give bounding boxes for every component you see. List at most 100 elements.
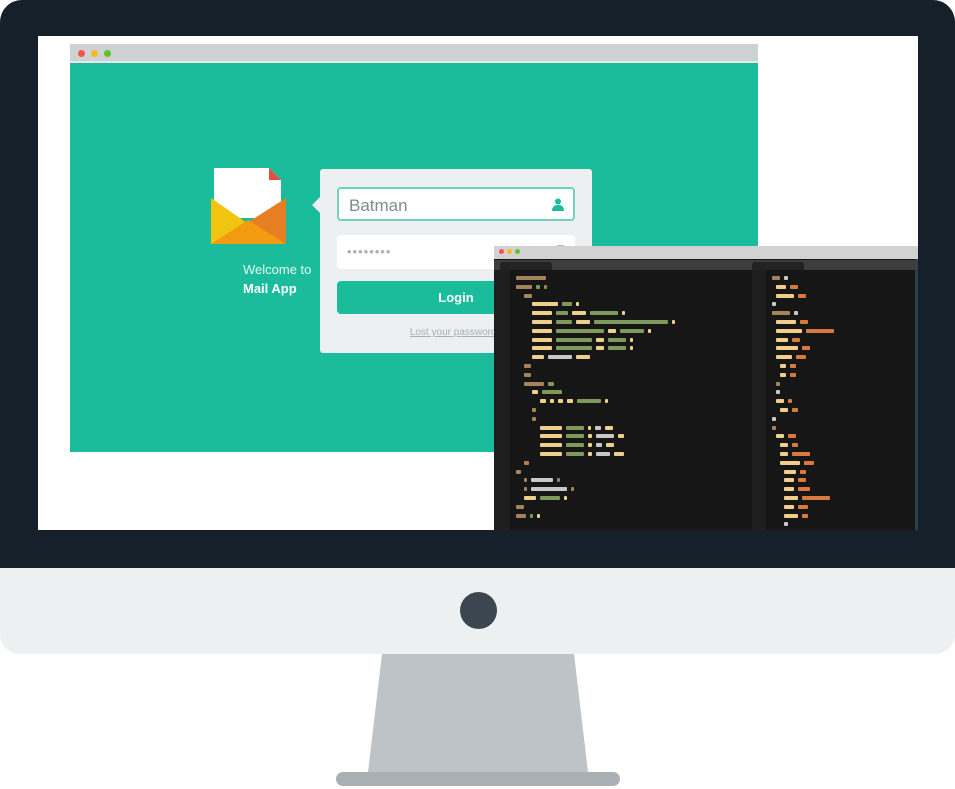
code-token <box>542 390 562 395</box>
welcome-text: Welcome to <box>243 262 312 277</box>
editor-gutter <box>494 270 510 530</box>
code-token <box>576 320 590 324</box>
code-token <box>566 425 584 430</box>
code-token <box>648 328 651 333</box>
code-token <box>608 337 626 342</box>
code-token <box>536 284 540 289</box>
maximize-button[interactable] <box>104 50 111 57</box>
close-button[interactable] <box>499 249 504 254</box>
code-token <box>772 425 776 430</box>
editor-gutter <box>752 270 766 530</box>
code-token <box>548 381 554 386</box>
minimize-button[interactable] <box>507 249 512 254</box>
code-token <box>780 372 786 377</box>
editor-tab-bar <box>494 260 918 270</box>
code-token <box>556 311 568 316</box>
code-token <box>516 513 526 518</box>
code-token <box>792 337 800 342</box>
editor-tab[interactable] <box>752 262 804 270</box>
code-token <box>524 293 532 298</box>
browser-titlebar <box>70 44 758 63</box>
code-token <box>605 399 608 404</box>
maximize-button[interactable] <box>515 249 520 254</box>
app-name: Mail App <box>243 281 297 296</box>
code-token <box>618 434 624 439</box>
code-token <box>622 311 625 316</box>
code-token <box>571 487 574 492</box>
code-token <box>798 293 806 298</box>
code-token <box>577 399 601 404</box>
code-token <box>776 293 794 298</box>
close-button[interactable] <box>78 50 85 57</box>
code-token <box>788 399 792 404</box>
code-token <box>544 284 547 289</box>
code-token <box>784 513 798 518</box>
code-token <box>596 434 614 439</box>
code-token <box>588 452 592 456</box>
code-token <box>784 522 788 527</box>
code-token <box>776 434 784 439</box>
code-token <box>524 496 536 500</box>
code-token <box>540 399 546 404</box>
code-token <box>562 302 572 307</box>
code-token <box>556 337 592 342</box>
code-token <box>566 434 584 439</box>
code-token <box>576 355 590 360</box>
code-token <box>548 355 572 360</box>
code-token <box>792 443 798 448</box>
code-token <box>790 284 798 289</box>
code-token <box>772 416 776 421</box>
code-token <box>532 346 552 351</box>
code-token <box>776 346 798 351</box>
code-token <box>588 425 591 430</box>
code-token <box>530 513 533 518</box>
code-token <box>608 346 626 351</box>
code-token <box>556 320 572 324</box>
code-token <box>588 434 592 439</box>
code-token <box>594 320 668 324</box>
code-token <box>772 302 776 307</box>
code-token <box>620 328 644 333</box>
code-token <box>532 416 536 421</box>
code-token <box>532 302 558 307</box>
code-token <box>588 443 592 448</box>
code-token <box>780 443 788 448</box>
code-token <box>802 513 808 518</box>
minimize-button[interactable] <box>91 50 98 57</box>
code-token <box>796 355 806 360</box>
code-editor-window <box>494 246 918 530</box>
code-token <box>798 504 808 509</box>
code-token <box>531 478 553 483</box>
code-token <box>532 337 552 342</box>
envelope-icon <box>211 168 286 244</box>
code-token <box>776 328 802 333</box>
code-token <box>540 425 562 430</box>
code-token <box>792 408 798 412</box>
code-token <box>784 496 798 500</box>
code-token <box>630 346 633 351</box>
code-token <box>531 487 567 492</box>
code-token <box>776 381 780 386</box>
code-token <box>532 355 544 360</box>
code-token <box>776 390 780 395</box>
code-token <box>524 364 531 368</box>
code-token <box>540 443 562 448</box>
code-token <box>802 496 830 500</box>
code-token <box>557 478 560 483</box>
code-token <box>804 460 814 465</box>
code-token <box>566 452 584 456</box>
code-token <box>516 504 524 509</box>
code-token <box>516 284 532 289</box>
code-token <box>605 425 613 430</box>
editor-tab[interactable] <box>500 262 552 270</box>
code-token <box>784 276 788 280</box>
username-value: Batman <box>349 196 408 215</box>
code-token <box>784 487 794 492</box>
code-token <box>540 434 562 439</box>
code-token <box>798 478 806 483</box>
code-token <box>614 452 624 456</box>
code-token <box>784 478 794 483</box>
code-token <box>672 320 675 324</box>
username-input[interactable]: Batman <box>337 187 575 221</box>
password-value: •••••••• <box>347 244 392 259</box>
